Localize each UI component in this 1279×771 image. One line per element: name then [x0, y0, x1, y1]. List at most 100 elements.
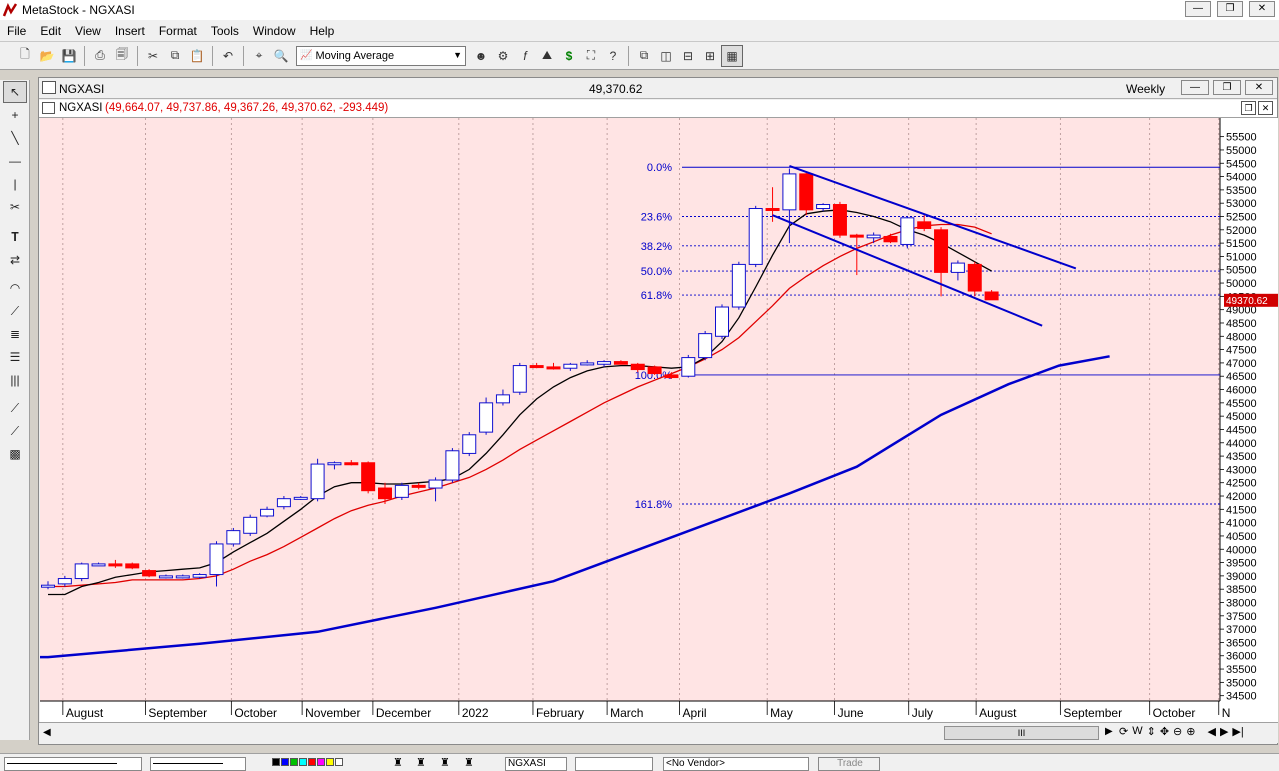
- buy-sell-arrow-icon[interactable]: ⇄: [3, 249, 27, 271]
- color-swatch[interactable]: [308, 758, 316, 766]
- restore-button[interactable]: ❐: [1217, 1, 1243, 17]
- fibonacci-retracement-icon[interactable]: ≣: [3, 323, 27, 345]
- copy-icon[interactable]: ⧉: [164, 45, 186, 67]
- scroll-thumb[interactable]: III: [944, 726, 1099, 740]
- color-swatch[interactable]: [290, 758, 298, 766]
- scissors-tool-icon[interactable]: ✂: [3, 196, 27, 218]
- explorer-icon[interactable]: ⚙: [492, 45, 514, 67]
- weekly-periodicity-icon[interactable]: W: [1132, 725, 1142, 738]
- zoom-icon[interactable]: 🔍: [270, 45, 292, 67]
- security-select[interactable]: [575, 757, 653, 771]
- line-weight-select[interactable]: [150, 757, 246, 771]
- tool-icon[interactable]: ♜: [440, 756, 450, 769]
- chart-minimize-button[interactable]: —: [1181, 80, 1209, 95]
- fan-lines-icon[interactable]: ⟋: [3, 300, 27, 322]
- color-swatch[interactable]: [335, 758, 343, 766]
- formula-icon[interactable]: f: [514, 45, 536, 67]
- candle-body: [41, 584, 55, 588]
- vendor-select[interactable]: <No Vendor>: [663, 757, 809, 771]
- scroll-thumb-grip: III: [1017, 728, 1026, 738]
- scroll-last-icon[interactable]: ▶|: [1232, 725, 1243, 738]
- color-swatch[interactable]: [326, 758, 334, 766]
- x-tick-label: March: [610, 706, 643, 720]
- y-tick-label: 35500: [1226, 664, 1257, 676]
- symbol-input[interactable]: NGXASI: [505, 757, 567, 771]
- gann-fan-icon[interactable]: ⟋: [3, 420, 27, 442]
- print-icon[interactable]: ⎙: [89, 45, 111, 67]
- layout-icon[interactable]: ▦: [721, 44, 743, 67]
- horizontal-scrollbar[interactable]: ◀ III ▶ ⟳ W ⇕ ✥ ⊖ ⊕ ◀ ▶ ▶|: [39, 722, 1278, 743]
- chart-close-button[interactable]: ✕: [1245, 80, 1273, 95]
- menu-file[interactable]: File: [0, 24, 33, 38]
- y-tick-label: 34500: [1226, 691, 1257, 703]
- candle-body: [209, 543, 224, 576]
- grid-pattern-icon[interactable]: ▩: [3, 443, 27, 465]
- cut-icon[interactable]: ✂: [142, 45, 164, 67]
- new-file-icon[interactable]: 🗋: [14, 45, 36, 67]
- fibonacci-level-label: 61.8%: [641, 290, 672, 302]
- tool-icon[interactable]: ♜: [464, 756, 474, 769]
- refresh-icon[interactable]: ⟳: [1119, 725, 1128, 738]
- undo-icon[interactable]: ↶: [217, 45, 239, 67]
- cascade-windows-icon[interactable]: ⧉: [633, 45, 655, 67]
- menu-insert[interactable]: Insert: [108, 24, 152, 38]
- minimize-button[interactable]: —: [1185, 1, 1211, 17]
- tool-icon[interactable]: ♜: [393, 756, 403, 769]
- pointer-tool-icon[interactable]: ↖: [3, 81, 27, 103]
- menu-window[interactable]: Window: [246, 24, 303, 38]
- chart-restore-button[interactable]: ❐: [1213, 80, 1241, 95]
- dollar-icon[interactable]: $: [558, 45, 580, 67]
- menu-tools[interactable]: Tools: [204, 24, 246, 38]
- open-folder-icon[interactable]: 📂: [36, 45, 58, 67]
- y-tick-label: 39000: [1226, 571, 1257, 583]
- close-button[interactable]: ✕: [1249, 1, 1275, 17]
- inner-close-icon[interactable]: ✕: [1258, 101, 1273, 115]
- y-tick-label: 47000: [1226, 358, 1257, 370]
- indicator-select[interactable]: 📈 Moving Average ▼: [296, 45, 466, 66]
- candle-body: [394, 484, 409, 498]
- color-swatch[interactable]: [272, 758, 280, 766]
- color-swatch[interactable]: [317, 758, 325, 766]
- vertical-scale-icon[interactable]: ⇕: [1147, 725, 1156, 738]
- y-tick-label: 40000: [1226, 544, 1257, 556]
- price-chart[interactable]: August September October November December 20…: [40, 118, 1278, 722]
- fibonacci-extension-icon[interactable]: ☰: [3, 346, 27, 368]
- tool-icon[interactable]: ♜: [416, 756, 426, 769]
- inner-restore-icon[interactable]: ❐: [1241, 101, 1256, 115]
- color-swatch[interactable]: [299, 758, 307, 766]
- scroll-begin-icon[interactable]: ◀: [1207, 725, 1215, 738]
- time-zones-icon[interactable]: |||: [3, 369, 27, 391]
- cycle-lines-icon[interactable]: ◠: [3, 277, 27, 299]
- crosshair-icon[interactable]: ⌖: [248, 45, 270, 67]
- trade-button[interactable]: Trade: [818, 757, 880, 771]
- paste-icon[interactable]: 📋: [186, 45, 208, 67]
- menu-help[interactable]: Help: [303, 24, 342, 38]
- help-pointer-icon[interactable]: ?: [602, 45, 624, 67]
- pan-icon[interactable]: ✥: [1160, 725, 1169, 738]
- expert-advisor-icon[interactable]: ☻: [470, 45, 492, 67]
- horizontal-line-tool-icon[interactable]: —: [3, 150, 27, 172]
- line-style-select[interactable]: [4, 757, 142, 771]
- color-palette[interactable]: [272, 758, 343, 766]
- scroll-end-icon[interactable]: ▶: [1220, 725, 1228, 738]
- zoom-in-icon[interactable]: ⊕: [1186, 725, 1195, 738]
- menu-view[interactable]: View: [68, 24, 108, 38]
- tile-horizontal-icon[interactable]: ⊟: [677, 45, 699, 67]
- tile-grid-icon[interactable]: ⊞: [699, 45, 721, 67]
- binoculars-icon[interactable]: ⛶: [580, 45, 602, 67]
- scroll-right-arrow-icon[interactable]: ▶: [1105, 726, 1113, 737]
- crosshair-tool-icon[interactable]: +: [3, 104, 27, 126]
- raff-channel-icon[interactable]: ⟋: [3, 397, 27, 419]
- save-icon[interactable]: 💾: [58, 45, 80, 67]
- print-preview-icon[interactable]: 🗐: [111, 45, 133, 67]
- menu-edit[interactable]: Edit: [33, 24, 68, 38]
- color-swatch[interactable]: [281, 758, 289, 766]
- scroll-left-arrow-icon[interactable]: ◀: [43, 727, 51, 738]
- vertical-line-tool-icon[interactable]: |: [3, 173, 27, 195]
- text-tool-icon[interactable]: 𝐓: [3, 226, 27, 248]
- system-tester-icon[interactable]: ⛰: [536, 45, 558, 67]
- zoom-out-icon[interactable]: ⊖: [1173, 725, 1182, 738]
- tile-vertical-icon[interactable]: ◫: [655, 45, 677, 67]
- menu-format[interactable]: Format: [152, 24, 204, 38]
- trendline-tool-icon[interactable]: ╲: [3, 127, 27, 149]
